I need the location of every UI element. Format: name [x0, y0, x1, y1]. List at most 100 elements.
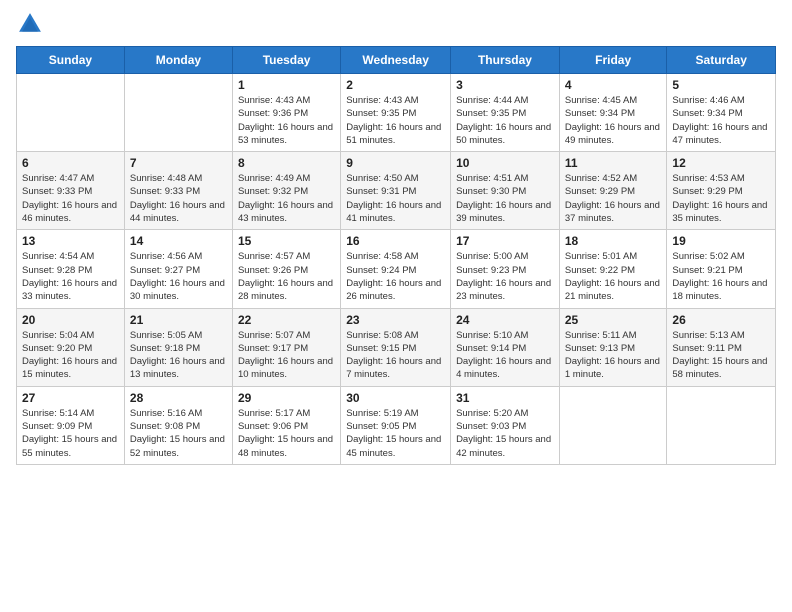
- calendar-cell: 1 Sunrise: 4:43 AMSunset: 9:36 PMDaylight…: [232, 74, 340, 152]
- calendar-body: 1 Sunrise: 4:43 AMSunset: 9:36 PMDaylight…: [17, 74, 776, 465]
- day-number: 8: [238, 156, 335, 170]
- day-number: 17: [456, 234, 554, 248]
- day-number: 14: [130, 234, 227, 248]
- cell-info: Sunrise: 5:14 AMSunset: 9:09 PMDaylight:…: [22, 407, 119, 460]
- day-number: 9: [346, 156, 445, 170]
- week-row-4: 20 Sunrise: 5:04 AMSunset: 9:20 PMDayligh…: [17, 308, 776, 386]
- day-number: 29: [238, 391, 335, 405]
- calendar-cell: [559, 386, 667, 464]
- calendar-cell: [667, 386, 776, 464]
- calendar-cell: 30Sunrise: 5:19 AMSunset: 9:05 PMDayligh…: [341, 386, 451, 464]
- calendar-cell: 16Sunrise: 4:58 AMSunset: 9:24 PMDayligh…: [341, 230, 451, 308]
- calendar-cell: 29 Sunrise: 5:17 AMSunset: 9:06 PMDayligh…: [232, 386, 340, 464]
- calendar-cell: 6 Sunrise: 4:47 AMSunset: 9:33 PMDaylight…: [17, 152, 125, 230]
- week-row-5: 27 Sunrise: 5:14 AMSunset: 9:09 PMDayligh…: [17, 386, 776, 464]
- day-number: 5: [672, 78, 770, 92]
- day-number: 22: [238, 313, 335, 327]
- calendar-cell: 13Sunrise: 4:54 AMSunset: 9:28 PMDayligh…: [17, 230, 125, 308]
- cell-info: Sunrise: 4:43 AMSunset: 9:35 PMDaylight:…: [346, 94, 445, 147]
- day-header-tuesday: Tuesday: [232, 47, 340, 74]
- calendar-cell: 15Sunrise: 4:57 AMSunset: 9:26 PMDayligh…: [232, 230, 340, 308]
- day-number: 27: [22, 391, 119, 405]
- calendar-cell: 28Sunrise: 5:16 AMSunset: 9:08 PMDayligh…: [124, 386, 232, 464]
- page: SundayMondayTuesdayWednesdayThursdayFrid…: [0, 0, 792, 612]
- calendar-cell: 2Sunrise: 4:43 AMSunset: 9:35 PMDaylight…: [341, 74, 451, 152]
- day-header-thursday: Thursday: [451, 47, 560, 74]
- week-row-2: 6 Sunrise: 4:47 AMSunset: 9:33 PMDaylight…: [17, 152, 776, 230]
- day-number: 11: [565, 156, 662, 170]
- day-number: 13: [22, 234, 119, 248]
- calendar-cell: 9 Sunrise: 4:50 AMSunset: 9:31 PMDaylight…: [341, 152, 451, 230]
- calendar-cell: 27 Sunrise: 5:14 AMSunset: 9:09 PMDayligh…: [17, 386, 125, 464]
- calendar-cell: 19Sunrise: 5:02 AMSunset: 9:21 PMDayligh…: [667, 230, 776, 308]
- day-number: 6: [22, 156, 119, 170]
- day-number: 10: [456, 156, 554, 170]
- day-number: 31: [456, 391, 554, 405]
- cell-info: Sunrise: 4:53 AMSunset: 9:29 PMDaylight:…: [672, 172, 770, 225]
- cell-info: Sunrise: 5:17 AMSunset: 9:06 PMDaylight:…: [238, 407, 335, 460]
- cell-info: Sunrise: 5:13 AMSunset: 9:11 PMDaylight:…: [672, 329, 770, 382]
- day-header-wednesday: Wednesday: [341, 47, 451, 74]
- calendar-cell: 20 Sunrise: 5:04 AMSunset: 9:20 PMDayligh…: [17, 308, 125, 386]
- day-number: 21: [130, 313, 227, 327]
- calendar-cell: 31 Sunrise: 5:20 AMSunset: 9:03 PMDayligh…: [451, 386, 560, 464]
- calendar-cell: 3 Sunrise: 4:44 AMSunset: 9:35 PMDaylight…: [451, 74, 560, 152]
- calendar-cell: 5 Sunrise: 4:46 AMSunset: 9:34 PMDaylight…: [667, 74, 776, 152]
- day-number: 7: [130, 156, 227, 170]
- day-number: 20: [22, 313, 119, 327]
- cell-info: Sunrise: 4:47 AMSunset: 9:33 PMDaylight:…: [22, 172, 119, 225]
- calendar-cell: 8Sunrise: 4:49 AMSunset: 9:32 PMDaylight…: [232, 152, 340, 230]
- day-number: 3: [456, 78, 554, 92]
- cell-info: Sunrise: 5:08 AMSunset: 9:15 PMDaylight:…: [346, 329, 445, 382]
- day-number: 1: [238, 78, 335, 92]
- cell-info: Sunrise: 5:10 AMSunset: 9:14 PMDaylight:…: [456, 329, 554, 382]
- cell-info: Sunrise: 4:50 AMSunset: 9:31 PMDaylight:…: [346, 172, 445, 225]
- calendar-cell: 23Sunrise: 5:08 AMSunset: 9:15 PMDayligh…: [341, 308, 451, 386]
- cell-info: Sunrise: 5:00 AMSunset: 9:23 PMDaylight:…: [456, 250, 554, 303]
- cell-info: Sunrise: 4:56 AMSunset: 9:27 PMDaylight:…: [130, 250, 227, 303]
- cell-info: Sunrise: 4:43 AMSunset: 9:36 PMDaylight:…: [238, 94, 335, 147]
- calendar-cell: 24 Sunrise: 5:10 AMSunset: 9:14 PMDayligh…: [451, 308, 560, 386]
- calendar-cell: [124, 74, 232, 152]
- day-number: 25: [565, 313, 662, 327]
- day-header-saturday: Saturday: [667, 47, 776, 74]
- cell-info: Sunrise: 4:58 AMSunset: 9:24 PMDaylight:…: [346, 250, 445, 303]
- cell-info: Sunrise: 5:01 AMSunset: 9:22 PMDaylight:…: [565, 250, 662, 303]
- week-row-3: 13Sunrise: 4:54 AMSunset: 9:28 PMDayligh…: [17, 230, 776, 308]
- day-header-friday: Friday: [559, 47, 667, 74]
- cell-info: Sunrise: 5:19 AMSunset: 9:05 PMDaylight:…: [346, 407, 445, 460]
- day-number: 24: [456, 313, 554, 327]
- calendar-cell: 4Sunrise: 4:45 AMSunset: 9:34 PMDaylight…: [559, 74, 667, 152]
- cell-info: Sunrise: 4:46 AMSunset: 9:34 PMDaylight:…: [672, 94, 770, 147]
- calendar: SundayMondayTuesdayWednesdayThursdayFrid…: [16, 46, 776, 465]
- logo-icon: [16, 10, 44, 38]
- logo: [16, 10, 48, 38]
- calendar-cell: 18 Sunrise: 5:01 AMSunset: 9:22 PMDayligh…: [559, 230, 667, 308]
- cell-info: Sunrise: 4:57 AMSunset: 9:26 PMDaylight:…: [238, 250, 335, 303]
- day-header-sunday: Sunday: [17, 47, 125, 74]
- day-number: 19: [672, 234, 770, 248]
- cell-info: Sunrise: 5:11 AMSunset: 9:13 PMDaylight:…: [565, 329, 662, 382]
- calendar-header-row: SundayMondayTuesdayWednesdayThursdayFrid…: [17, 47, 776, 74]
- day-number: 26: [672, 313, 770, 327]
- cell-info: Sunrise: 5:07 AMSunset: 9:17 PMDaylight:…: [238, 329, 335, 382]
- cell-info: Sunrise: 4:52 AMSunset: 9:29 PMDaylight:…: [565, 172, 662, 225]
- day-header-monday: Monday: [124, 47, 232, 74]
- cell-info: Sunrise: 4:48 AMSunset: 9:33 PMDaylight:…: [130, 172, 227, 225]
- cell-info: Sunrise: 5:04 AMSunset: 9:20 PMDaylight:…: [22, 329, 119, 382]
- day-number: 18: [565, 234, 662, 248]
- cell-info: Sunrise: 5:20 AMSunset: 9:03 PMDaylight:…: [456, 407, 554, 460]
- calendar-cell: 21 Sunrise: 5:05 AMSunset: 9:18 PMDayligh…: [124, 308, 232, 386]
- calendar-cell: 12Sunrise: 4:53 AMSunset: 9:29 PMDayligh…: [667, 152, 776, 230]
- week-row-1: 1 Sunrise: 4:43 AMSunset: 9:36 PMDaylight…: [17, 74, 776, 152]
- calendar-cell: 14 Sunrise: 4:56 AMSunset: 9:27 PMDayligh…: [124, 230, 232, 308]
- calendar-cell: 10Sunrise: 4:51 AMSunset: 9:30 PMDayligh…: [451, 152, 560, 230]
- calendar-cell: 11 Sunrise: 4:52 AMSunset: 9:29 PMDayligh…: [559, 152, 667, 230]
- header: [16, 10, 776, 38]
- calendar-cell: 26 Sunrise: 5:13 AMSunset: 9:11 PMDayligh…: [667, 308, 776, 386]
- calendar-cell: 7 Sunrise: 4:48 AMSunset: 9:33 PMDaylight…: [124, 152, 232, 230]
- cell-info: Sunrise: 5:05 AMSunset: 9:18 PMDaylight:…: [130, 329, 227, 382]
- cell-info: Sunrise: 5:16 AMSunset: 9:08 PMDaylight:…: [130, 407, 227, 460]
- calendar-cell: 22 Sunrise: 5:07 AMSunset: 9:17 PMDayligh…: [232, 308, 340, 386]
- cell-info: Sunrise: 4:44 AMSunset: 9:35 PMDaylight:…: [456, 94, 554, 147]
